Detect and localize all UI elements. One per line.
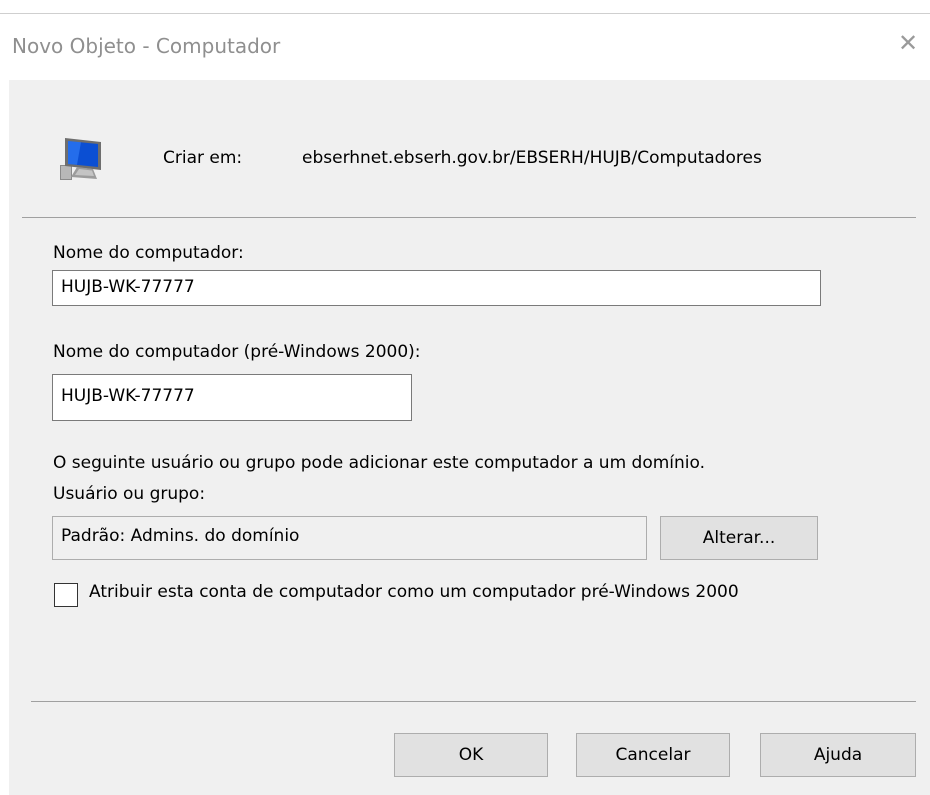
info-text: O seguinte usuário ou grupo pode adicion… (53, 453, 706, 473)
footer-divider (31, 701, 916, 702)
dialog-body: Criar em: ebserhnet.ebserh.gov.br/EBSERH… (9, 80, 930, 795)
create-in-label: Criar em: (163, 148, 243, 168)
close-icon[interactable]: ✕ (898, 31, 918, 55)
window-title: Novo Objeto - Computador (12, 34, 281, 58)
ok-button[interactable]: OK (394, 733, 548, 777)
computer-icon (57, 134, 107, 188)
user-group-label: Usuário ou grupo: (53, 484, 206, 504)
computer-name-field[interactable]: HUJB-WK-77777 (52, 270, 821, 306)
pre2000-name-label: Nome do computador (pré-Windows 2000): (53, 342, 421, 362)
change-button[interactable]: Alterar... (660, 516, 818, 560)
checkbox-label[interactable]: Atribuir esta conta de computador como u… (89, 582, 739, 602)
computer-name-label: Nome do computador: (53, 243, 244, 263)
pre2000-name-field[interactable]: HUJB-WK-77777 (52, 374, 412, 421)
create-in-path: ebserhnet.ebserh.gov.br/EBSERH/HUJB/Comp… (302, 148, 762, 168)
header-divider (22, 217, 916, 218)
pre2000-checkbox[interactable] (54, 583, 78, 607)
cancel-button[interactable]: Cancelar (576, 733, 730, 777)
help-button[interactable]: Ajuda (760, 733, 916, 777)
user-group-field: Padrão: Admins. do domínio (52, 516, 647, 560)
